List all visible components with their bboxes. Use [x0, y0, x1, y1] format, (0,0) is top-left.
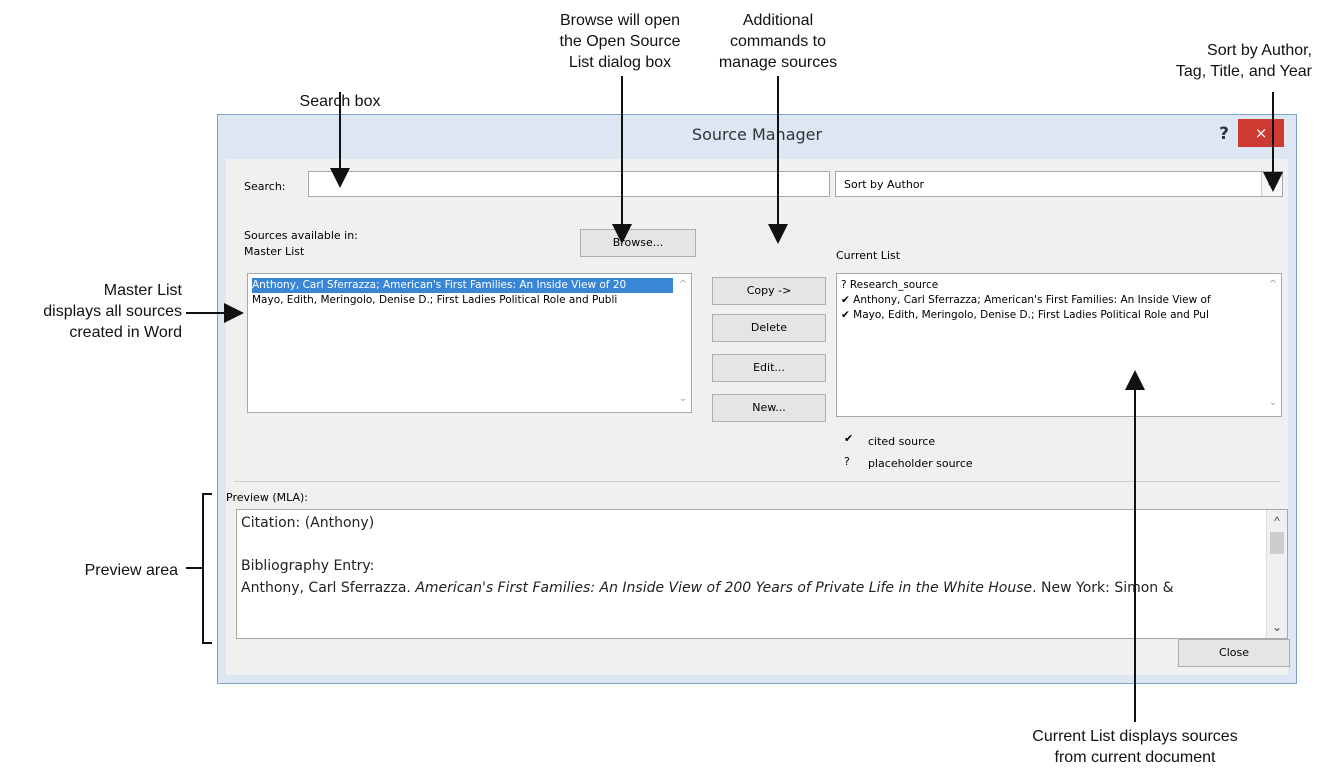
callout-sort: Sort by Author, Tag, Title, and Year — [1175, 42, 1312, 80]
divider — [234, 481, 1280, 482]
current-list-box[interactable]: ? Research_source ✔ Anthony, Carl Sferra… — [836, 273, 1282, 417]
list-item[interactable]: Anthony, Carl Sferrazza; American's Firs… — [252, 278, 673, 293]
preview-bib-heading: Bibliography Entry: — [241, 558, 375, 574]
help-button[interactable]: ? — [1214, 123, 1234, 145]
chevron-down-icon[interactable]: ⌵ — [1261, 172, 1282, 196]
list-item-label: Anthony, Carl Sferrazza; American's Firs… — [853, 294, 1211, 306]
delete-button[interactable]: Delete — [712, 314, 826, 342]
scroll-thumb[interactable] — [1270, 532, 1284, 554]
scroll-up-icon[interactable]: ^ — [1267, 514, 1287, 528]
legend-cited-icon: ✔ — [844, 432, 854, 445]
callout-master-list: Master List displays all sources created… — [43, 282, 182, 341]
scroll-down-icon[interactable]: ⌄ — [678, 394, 688, 404]
master-list-box[interactable]: Anthony, Carl Sferrazza; American's Firs… — [247, 273, 692, 413]
list-item[interactable]: ✔ Mayo, Edith, Meringolo, Denise D.; Fir… — [841, 308, 1263, 323]
title-bar: Source Manager ? × — [218, 115, 1296, 159]
callout-preview-area: Preview area — [84, 562, 178, 579]
scroll-up-icon[interactable]: ^ — [678, 280, 688, 290]
checkmark-icon: ✔ — [841, 294, 850, 306]
preview-label: Preview (MLA): — [226, 491, 309, 504]
scroll-up-icon[interactable]: ^ — [1268, 280, 1278, 290]
sources-available-label: Sources available in: — [244, 229, 358, 242]
search-label: Search: — [244, 180, 286, 193]
master-list-label: Master List — [244, 245, 305, 258]
preview-bib-entry: Anthony, Carl Sferrazza. American's Firs… — [241, 580, 1174, 596]
source-manager-dialog: Source Manager ? × Search: Sort by Autho… — [217, 114, 1297, 684]
scroll-down-icon[interactable]: ⌄ — [1267, 620, 1287, 634]
scroll-down-icon[interactable]: ⌄ — [1268, 398, 1278, 408]
callout-additional-commands: Additional commands to manage sources — [718, 12, 838, 71]
placeholder-icon: ? — [841, 279, 847, 291]
list-item-label: Mayo, Edith, Meringolo, Denise D.; First… — [853, 309, 1209, 321]
list-item[interactable]: Mayo, Edith, Meringolo, Denise D.; First… — [252, 293, 673, 308]
sort-dropdown-value: Sort by Author — [844, 178, 925, 191]
search-input[interactable] — [308, 171, 830, 197]
sort-dropdown[interactable]: Sort by Author ⌵ — [835, 171, 1283, 197]
bib-rest: . New York: Simon & — [1032, 580, 1174, 596]
current-list-label: Current List — [836, 249, 901, 262]
preview-bracket — [202, 493, 212, 644]
list-item[interactable]: ✔ Anthony, Carl Sferrazza; American's Fi… — [841, 293, 1263, 308]
legend-placeholder-label: placeholder source — [868, 457, 973, 470]
preview-scrollbar[interactable]: ^ ⌄ — [1266, 510, 1287, 638]
legend-cited-label: cited source — [868, 435, 936, 448]
callout-browse: Browse will open the Open Source List di… — [559, 12, 681, 71]
bib-author: Anthony, Carl Sferrazza. — [241, 580, 416, 596]
new-button[interactable]: New... — [712, 394, 826, 422]
callout-current-list: Current List displays sources from curre… — [1032, 728, 1238, 766]
close-window-button[interactable]: × — [1238, 119, 1284, 147]
copy-button[interactable]: Copy -> — [712, 277, 826, 305]
checkmark-icon: ✔ — [841, 309, 850, 321]
preview-box[interactable]: Citation: (Anthony) Bibliography Entry: … — [236, 509, 1288, 639]
dialog-title: Source Manager — [691, 125, 823, 144]
edit-button[interactable]: Edit... — [712, 354, 826, 382]
bib-title: American's First Families: An Inside Vie… — [415, 580, 1033, 596]
browse-button[interactable]: Browse... — [580, 229, 696, 257]
preview-citation: Citation: (Anthony) — [241, 515, 375, 531]
list-item-label: Research_source — [849, 279, 939, 291]
close-button[interactable]: Close — [1178, 639, 1290, 667]
callout-search-box: Search box — [299, 93, 381, 110]
list-item[interactable]: ? Research_source — [841, 278, 1263, 293]
legend-placeholder-icon: ? — [844, 455, 850, 468]
dialog-client-area: Search: Sort by Author ⌵ Sources availab… — [226, 159, 1290, 675]
